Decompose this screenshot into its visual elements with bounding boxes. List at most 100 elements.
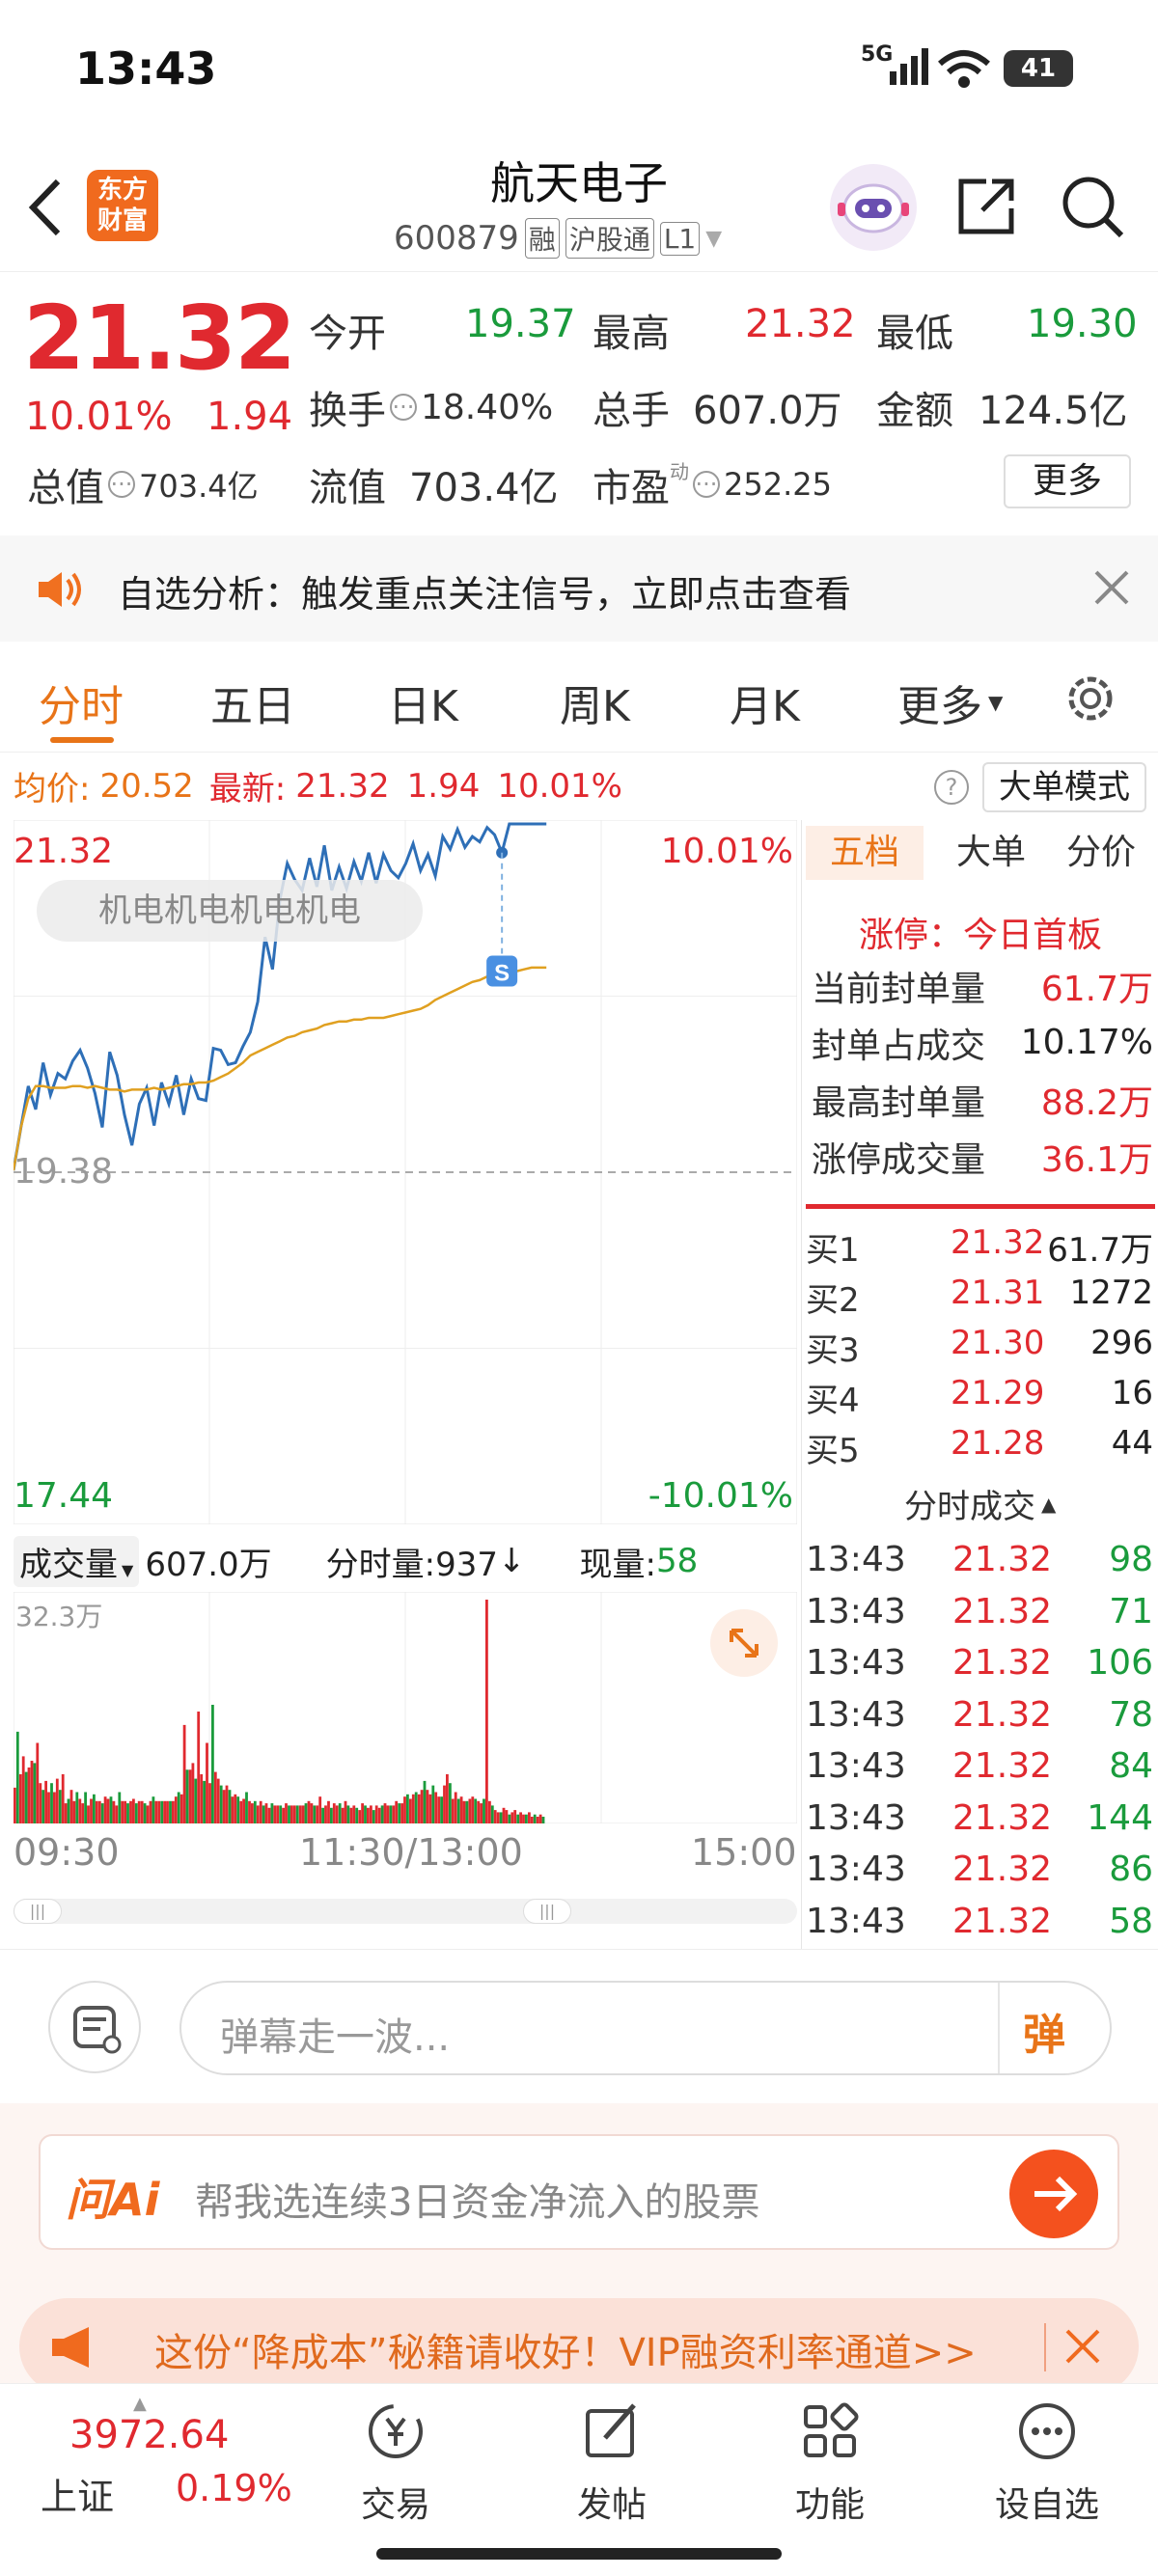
volume-chart[interactable]: 32.3万 <box>14 1592 797 1823</box>
bid-volume: 1272 <box>1069 1274 1153 1312</box>
tab-intraday[interactable]: 分时 <box>39 671 124 733</box>
ticks-title[interactable]: 分时成交 ▲ <box>904 1480 1056 1527</box>
volume-bar <box>324 1805 327 1823</box>
volume-selector[interactable]: 成交量 ▼ <box>14 1535 140 1587</box>
chart-info-row: 均价: 20.52 最新: 21.32 1.94 10.01% <box>14 762 622 809</box>
volume-bar <box>267 1807 271 1823</box>
panel-tab-five-level[interactable]: 五档 <box>806 826 924 880</box>
stock-code-row[interactable]: 600879 融 沪股通 L1 ▼ <box>394 218 722 259</box>
tick-volume: 98 <box>1109 1540 1153 1579</box>
help-icon[interactable]: ? <box>934 770 969 805</box>
bid-row[interactable]: 买5 21.28 44 <box>806 1418 1155 1470</box>
volume-bar <box>134 1803 138 1823</box>
pe-ratio[interactable]: 市盈 动 ··· 252.25 <box>593 456 832 512</box>
price-chart[interactable]: S 21.32 10.01% 17.44 -10.01% 19.38 机电机电机… <box>14 820 797 1524</box>
volume-bar <box>72 1800 76 1823</box>
volume-bar <box>403 1796 406 1823</box>
volume-bar <box>81 1803 85 1823</box>
close-icon[interactable] <box>1092 568 1131 607</box>
stock-header: 东方 财富 航天电子 600879 融 沪股通 L1 ▼ <box>0 145 1158 272</box>
bid-row[interactable]: 买1 21.32 61.7万 <box>806 1218 1155 1270</box>
tab-five-day[interactable]: 五日 <box>210 671 295 733</box>
nav-functions[interactable]: 功能 <box>782 2398 878 2542</box>
tab-monthly-k[interactable]: 月K <box>730 671 800 733</box>
bid-row[interactable]: 买3 21.30 296 <box>806 1318 1155 1370</box>
danmaku-send-icon[interactable]: 弹 <box>1023 2000 1065 2062</box>
panel-tab-price-dist[interactable]: 分价 <box>1053 826 1149 880</box>
robot-assistant-icon[interactable] <box>830 164 917 251</box>
nav-post[interactable]: 发帖 <box>564 2398 660 2542</box>
bid-row[interactable]: 买4 21.29 16 <box>806 1368 1155 1420</box>
volume-bar <box>505 1810 509 1823</box>
gear-icon[interactable] <box>1062 670 1119 727</box>
market-cap[interactable]: 总值 ··· 703.4亿 <box>27 456 259 512</box>
bid-label: 买5 <box>806 1432 860 1470</box>
volume-bar <box>449 1783 452 1823</box>
stat-value: 61.7万 <box>1040 969 1153 1009</box>
current-price: 21.32 <box>23 287 296 390</box>
tab-daily-k[interactable]: 日K <box>388 671 458 733</box>
tab-weekly-k[interactable]: 周K <box>560 671 630 733</box>
volume-max-label: 32.3万 <box>15 1601 103 1632</box>
volume-bar <box>36 1742 40 1823</box>
promo-banner[interactable]: 这份“降成本”秘籍请收好！VIP融资利率通道>> <box>19 2298 1139 2395</box>
market-cap-value: 703.4亿 <box>139 468 259 505</box>
nav-functions-label: 功能 <box>794 2485 865 2525</box>
bid-volume: 44 <box>1111 1424 1153 1463</box>
volume-bar <box>279 1805 283 1823</box>
tab-more[interactable]: 更多 ▼ <box>897 671 1003 733</box>
share-icon[interactable] <box>953 172 1021 239</box>
megaphone-icon <box>48 2323 100 2371</box>
tick-price: 21.32 <box>952 1643 1053 1683</box>
more-button[interactable]: 更多 <box>1004 454 1131 508</box>
close-icon[interactable] <box>1062 2325 1104 2368</box>
stat-label: 涨停成交量 <box>812 1139 986 1180</box>
expand-icon[interactable] <box>710 1609 778 1677</box>
index-ticker[interactable]: ▲ 3972.64 上证 0.19% <box>29 2394 318 2538</box>
slider-handle-right[interactable]: ||| <box>523 1899 571 1924</box>
ai-prompt-bar[interactable]: 问Ai 帮我选连续3日资金净流入的股票 <box>39 2134 1119 2250</box>
arrow-right-icon[interactable] <box>1009 2150 1098 2238</box>
volume-bar <box>270 1803 274 1823</box>
slider-handle-left[interactable]: ||| <box>14 1899 62 1924</box>
order-panel: 五档 大单 分价 涨停：今日首板 当前封单量 61.7万 封单占成交 10.17% 最高… <box>801 820 1158 1949</box>
time-range-slider[interactable]: ||| ||| <box>14 1899 797 1924</box>
search-icon[interactable] <box>1058 172 1127 241</box>
low-value: 19.30 <box>1027 302 1138 346</box>
nav-add-watchlist[interactable]: 设自选 <box>984 2398 1110 2542</box>
danmaku-settings-icon[interactable] <box>48 1981 141 2073</box>
panel-tab-big-order[interactable]: 大单 <box>943 826 1039 880</box>
turnover[interactable]: 换手 ··· 18.40% <box>309 379 553 435</box>
volume-bar <box>292 1805 296 1823</box>
tick-volume: 分时量:937 <box>325 1545 499 1584</box>
level-badge: L1 <box>659 221 701 256</box>
signal-icon: 5G <box>861 42 928 87</box>
volume-bar <box>157 1800 161 1823</box>
float-cap-value: 703.4亿 <box>409 466 559 510</box>
tick-time: 13:43 <box>806 1850 906 1889</box>
volume-bar <box>53 1792 56 1823</box>
down-arrow-icon: ↓ <box>498 1542 526 1580</box>
stat-value: 36.1万 <box>1040 1139 1153 1180</box>
change-pct: 10.01% <box>25 395 173 439</box>
volume-bar <box>426 1790 429 1823</box>
bid-row[interactable]: 买2 21.31 1272 <box>806 1268 1155 1320</box>
grid-apps-icon <box>804 2402 859 2457</box>
volume-bar <box>380 1805 384 1823</box>
promo-text: 这份“降成本”秘籍请收好！VIP融资利率通道>> <box>154 2331 977 2375</box>
volume-bar <box>327 1800 330 1823</box>
danmaku-input[interactable]: 弹幕走一波... 弹 <box>179 1981 1112 2075</box>
volume-bar <box>355 1807 359 1823</box>
volume-bar <box>154 1800 158 1823</box>
volume-bar <box>47 1792 50 1823</box>
big-order-mode-button[interactable]: 大单模式 <box>982 762 1146 812</box>
nav-trade[interactable]: 交易 <box>347 2398 444 2542</box>
volume-bar <box>211 1705 214 1823</box>
analysis-notice[interactable]: 自选分析：触发重点关注信号，立即点击查看 <box>0 535 1158 642</box>
volume-bar <box>41 1790 45 1823</box>
volume-bar <box>451 1798 455 1823</box>
volume-bar <box>109 1796 113 1823</box>
volume-bar <box>522 1814 525 1823</box>
sector-tag[interactable]: 机电机电机电机电 <box>37 880 423 942</box>
volume-bar <box>124 1800 126 1823</box>
